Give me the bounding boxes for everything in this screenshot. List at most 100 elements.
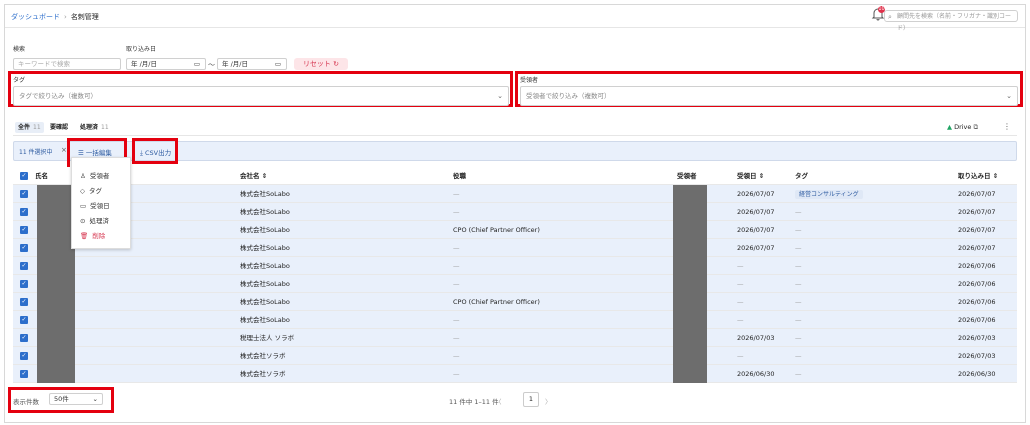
tag-filter-placeholder: タグで絞り込み（複数可） (19, 92, 97, 100)
column-received-date[interactable]: 受領日 ⇕ (737, 167, 764, 185)
row-checkbox[interactable]: ✓ (20, 244, 28, 252)
table-row[interactable]: ✓ 税理士法人 ソラボ — 2026/07/03 2026/07/03 — (13, 329, 1017, 347)
bulk-menu-label: 受領者 (89, 172, 110, 180)
cell-company: 株式会社SoLabo (240, 244, 290, 252)
bulk-menu-item[interactable]: ▭ 受領日 (80, 200, 110, 210)
bulk-menu-label: 削除 (92, 232, 106, 240)
date-to-value: 年 /月/日 (222, 60, 248, 68)
per-page-select[interactable]: 50件 ⌄ (49, 393, 103, 405)
tab-all[interactable]: 全件 11 (15, 122, 44, 133)
refresh-icon: ↻ (333, 60, 340, 68)
row-checkbox[interactable]: ✓ (20, 316, 28, 324)
check-circle-icon: ⊙ (80, 217, 86, 225)
bulk-menu-item[interactable]: ⊙ 処理済 (80, 215, 109, 225)
calendar-icon: ▭ (80, 202, 87, 210)
table-row[interactable]: ✓ 株式会社SoLabo — 2026/07/07 2026/07/07 — (13, 203, 1017, 221)
row-checkbox[interactable]: ✓ (20, 190, 28, 198)
bulk-menu-item[interactable]: ◇ タグ (80, 185, 102, 195)
bulk-menu-item[interactable]: ♙ 受領者 (80, 170, 109, 180)
redacted-name-column (37, 185, 75, 383)
row-checkbox[interactable]: ✓ (20, 280, 28, 288)
drive-button[interactable]: ▲ Drive ⧉ (947, 123, 978, 132)
cell-tag: — (795, 239, 802, 257)
cell-company: 株式会社ソラボ (240, 352, 286, 360)
receiver-filter-placeholder: 受領者で絞り込み（複数可） (526, 92, 611, 100)
column-imported-date[interactable]: 取り込み日 ⇕ (958, 167, 998, 185)
cell-received-date: 2026/07/07 (737, 190, 775, 198)
empty-tag-dash: — (795, 352, 802, 360)
bulk-menu-item[interactable]: 🗑 削除 (80, 230, 105, 240)
receiver-label: 受領者 (520, 77, 539, 84)
row-checkbox[interactable]: ✓ (20, 334, 28, 342)
empty-tag-dash: — (795, 262, 802, 270)
table-row[interactable]: ✓ 株式会社SoLabo — — 2026/07/06 — (13, 257, 1017, 275)
csv-export-highlight (132, 138, 178, 164)
cell-company: 株式会社SoLabo (240, 208, 290, 216)
column-name[interactable]: 氏名 (35, 167, 48, 185)
top-header: ダッシュボード › 名刺管理 10 ⌕ 顧問先を検索（名前・フリガナ・識別コード） (5, 5, 1025, 32)
next-page-button[interactable]: 〉 (545, 396, 552, 406)
table-row[interactable]: ✓ 株式会社SoLabo — — 2026/07/06 — (13, 311, 1017, 329)
empty-tag-dash: — (795, 298, 802, 306)
receiver-filter-select[interactable]: 受領者で絞り込み（複数可） ⌄ (520, 86, 1018, 106)
clear-selection-icon[interactable]: × (61, 146, 67, 154)
calendar-icon[interactable]: ▭ (275, 59, 281, 70)
cell-imported-date: 2026/07/06 (958, 298, 996, 306)
page-number-button[interactable]: 1 (523, 392, 539, 407)
breadcrumb-separator: › (64, 13, 67, 21)
column-tag: タグ (795, 172, 808, 180)
tag-icon: ◇ (80, 187, 85, 195)
more-options-icon[interactable]: ⋮ (1003, 122, 1011, 131)
empty-tag-dash: — (795, 244, 802, 252)
table-row[interactable]: ✓ 株式会社SoLabo — 2026/07/07 2026/07/07 — (13, 239, 1017, 257)
person-icon: ♙ (80, 172, 86, 180)
table-row[interactable]: ✓ 株式会社SoLabo — — 2026/07/06 — (13, 275, 1017, 293)
column-company[interactable]: 会社名 ⇕ (240, 167, 267, 185)
prev-page-button[interactable]: 〈 (495, 396, 502, 406)
pagination-summary: 11 件中 1–11 件 (449, 398, 499, 406)
cell-received-date: 2026/06/30 (737, 370, 775, 378)
table-row[interactable]: ✓ 株式会社SoLabo CPO (Chief Partner Officer) — 2… (13, 293, 1017, 311)
cell-received-date: 2026/07/07 (737, 208, 775, 216)
date-from-input[interactable]: 年 /月/日 ▭ (126, 58, 206, 70)
cell-tag: — (795, 275, 802, 293)
cell-title: — (453, 190, 460, 198)
cell-company: 株式会社SoLabo (240, 298, 290, 306)
cell-company: 株式会社ソラボ (240, 370, 286, 378)
calendar-icon[interactable]: ▭ (194, 59, 200, 70)
global-search-input[interactable]: ⌕ 顧問先を検索（名前・フリガナ・識別コード） (884, 10, 1018, 32)
row-checkbox[interactable]: ✓ (20, 208, 28, 216)
tag-filter-select[interactable]: タグで絞り込み（複数可） ⌄ (13, 86, 509, 106)
table-row[interactable]: ✓ 株式会社SoLabo CPO (Chief Partner Officer) 20… (13, 221, 1017, 239)
row-checkbox[interactable]: ✓ (20, 370, 28, 378)
cell-company: 株式会社SoLabo (240, 262, 290, 270)
cell-received-date: — (737, 298, 744, 306)
cell-title: — (453, 262, 460, 270)
breadcrumb-dashboard-link[interactable]: ダッシュボード (11, 13, 60, 21)
row-checkbox[interactable]: ✓ (20, 298, 28, 306)
row-checkbox[interactable]: ✓ (20, 352, 28, 360)
cell-received-date: — (737, 352, 744, 360)
table-row[interactable]: ✓ 株式会社ソラボ — 2026/06/30 2026/06/30 — (13, 365, 1017, 383)
breadcrumb-current: 名刺管理 (70, 13, 99, 21)
date-from-value: 年 /月/日 (131, 60, 157, 68)
per-page-value: 50件 (54, 395, 69, 403)
row-checkbox[interactable]: ✓ (20, 226, 28, 234)
cell-imported-date: 2026/07/07 (958, 244, 996, 252)
row-checkbox[interactable]: ✓ (20, 262, 28, 270)
date-to-input[interactable]: 年 /月/日 ▭ (217, 58, 287, 70)
tab-needs-review[interactable]: 要確認 (47, 122, 74, 133)
keyword-search-input[interactable]: キーワードで検索 (13, 58, 121, 70)
reset-button[interactable]: リセット ↻ (294, 58, 348, 70)
tab-processed-count: 11 (101, 124, 109, 131)
select-all-checkbox[interactable]: ✓ (20, 172, 28, 180)
cell-tag: — (795, 221, 802, 239)
cell-received-date: 2026/07/07 (737, 226, 775, 234)
cell-title: — (453, 316, 460, 324)
tab-processed[interactable]: 処理済 11 (77, 122, 112, 133)
cell-tag: 経営コンサルティング (795, 185, 863, 204)
chevron-down-icon: ⌄ (92, 395, 98, 403)
table-row[interactable]: ✓ 株式会社ソラボ — — 2026/07/03 — (13, 347, 1017, 365)
tab-needs-review-label: 要確認 (50, 124, 69, 131)
table-row[interactable]: ✓ 株式会社SoLabo — 2026/07/07 2026/07/07 経営コンサルティ… (13, 185, 1017, 203)
